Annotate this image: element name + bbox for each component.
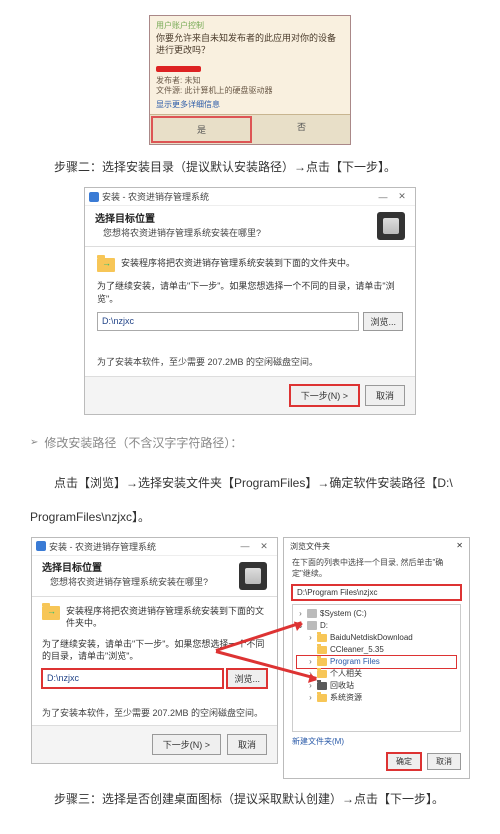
installer-folder-line: 安装程序将把农资进销存管理系统安装到下面的文件夹中。 (121, 257, 355, 270)
installer-header-sub: 您想将农资进销存管理系统安装在哪里? (95, 227, 261, 240)
folder-icon (317, 682, 327, 690)
install-path-input[interactable] (97, 312, 359, 331)
browse-dialog-sub: 在下面的列表中选择一个目录, 然后单击"确定"继续。 (284, 555, 469, 583)
uac-meta-publisher: 发布者: 未知 (156, 76, 344, 86)
folder-tree[interactable]: ›$System (C:) ⌄D: ›BaiduNetdiskDownload … (292, 604, 461, 732)
setup-icon (36, 541, 46, 551)
step3-caption: 步骤三：选择是否创建桌面图标（提议采取默认创建）→点击【下一步】。 (30, 787, 470, 811)
folder-icon (317, 634, 327, 642)
window-title: 安装 - 农资进销存管理系统 (102, 190, 209, 203)
disk-space-text-2: 为了安装本软件，至少需要 207.2MB 的空闲磁盘空间。 (42, 706, 267, 719)
browse-path-field[interactable]: D:\Program Files\nzjxc (292, 585, 461, 600)
installer-header-title: 选择目标位置 (95, 213, 261, 227)
titlebar-2: 安装 - 农资进销存管理系统 — ✕ (32, 538, 277, 556)
drive-icon (307, 609, 317, 618)
browse-close-icon[interactable]: ✕ (456, 541, 463, 552)
drive-icon (307, 621, 317, 630)
browse-dialog-title: 浏览文件夹 (290, 541, 330, 552)
titlebar: 安装 - 农资进销存管理系统 — ✕ (85, 188, 415, 206)
minimize-button[interactable]: — (374, 191, 392, 203)
modify-path-end: ProgramFiles\nzjxc】。 (30, 505, 470, 529)
next-button[interactable]: 下一步(N) > (290, 385, 359, 406)
uac-titlebar: 用户账户控制 (156, 20, 344, 31)
close-button[interactable]: ✕ (255, 540, 273, 552)
chevron-right-icon: ➢ (30, 437, 38, 448)
browse-button[interactable]: 浏览... (363, 312, 403, 331)
close-button[interactable]: ✕ (393, 191, 411, 203)
browse-button-2[interactable]: 浏览... (227, 669, 267, 688)
folder-icon (317, 646, 327, 654)
uac-yes-button[interactable]: 是 (151, 116, 252, 143)
package-icon (377, 212, 405, 240)
installer-dialog-2: 安装 - 农资进销存管理系统 — ✕ 选择目标位置 您想将农资进销存管理系统安装… (31, 537, 278, 764)
step2-caption: 步骤二：选择安装目录（提议默认安装路径）→点击【下一步】。 (30, 155, 470, 179)
modify-path-note: 修改安装路径（不含汉字字符路径）： (44, 431, 242, 455)
uac-meta-source: 文件源: 此计算机上的硬盘驱动器 (156, 86, 344, 96)
uac-prompt: 用户账户控制 你要允许来自未知发布者的此应用对你的设备进行更改吗？ 发布者: 未… (149, 15, 351, 145)
browse-folder-dialog: 浏览文件夹 ✕ 在下面的列表中选择一个目录, 然后单击"确定"继续。 D:\Pr… (283, 537, 470, 779)
installer-tip: 为了继续安装，请单击"下一步"。如果您想选择一个不同的目录，请单击"浏览"。 (97, 280, 403, 305)
browse-cancel-button[interactable]: 取消 (427, 753, 461, 770)
install-path-input-2[interactable] (42, 669, 223, 688)
browse-ok-button[interactable]: 确定 (387, 753, 421, 770)
setup-icon (89, 192, 99, 202)
program-files-node[interactable]: Program Files (330, 656, 380, 668)
installer-header-title-2: 选择目标位置 (42, 562, 208, 576)
minimize-button[interactable]: — (236, 540, 254, 552)
uac-details-link[interactable]: 显示更多详细信息 (156, 99, 344, 110)
uac-redbar (156, 66, 201, 72)
next-button-2[interactable]: 下一步(N) > (152, 734, 221, 755)
installer-folder-line-2: 安装程序将把农资进销存管理系统安装到下面的文件夹中。 (66, 605, 267, 630)
new-folder-link[interactable]: 新建文件夹(M) (284, 736, 469, 747)
cancel-button[interactable]: 取消 (365, 385, 405, 406)
window-title-2: 安装 - 农资进销存管理系统 (49, 540, 156, 553)
disk-space-text: 为了安装本软件，至少需要 207.2MB 的空闲磁盘空间。 (97, 355, 403, 368)
folder-icon (317, 670, 327, 678)
uac-question: 你要允许来自未知发布者的此应用对你的设备进行更改吗？ (156, 33, 344, 56)
package-icon (239, 562, 267, 590)
uac-no-button[interactable]: 否 (253, 115, 350, 144)
modify-path-line: 点击【浏览】→选择安装文件夹【ProgramFiles】→确定软件安装路径【D:… (30, 471, 470, 495)
installer-header-sub-2: 您想将农资进销存管理系统安装在哪里? (42, 576, 208, 589)
folder-icon (42, 606, 60, 620)
installer-dialog-1: 安装 - 农资进销存管理系统 — ✕ 选择目标位置 您想将农资进销存管理系统安装… (84, 187, 416, 414)
folder-icon (97, 258, 115, 272)
cancel-button-2[interactable]: 取消 (227, 734, 267, 755)
folder-icon (317, 658, 327, 666)
installer-tip-2: 为了继续安装，请单击"下一步"。如果您想选择一个不同的目录，请单击"浏览"。 (42, 638, 267, 663)
folder-icon (317, 694, 327, 702)
